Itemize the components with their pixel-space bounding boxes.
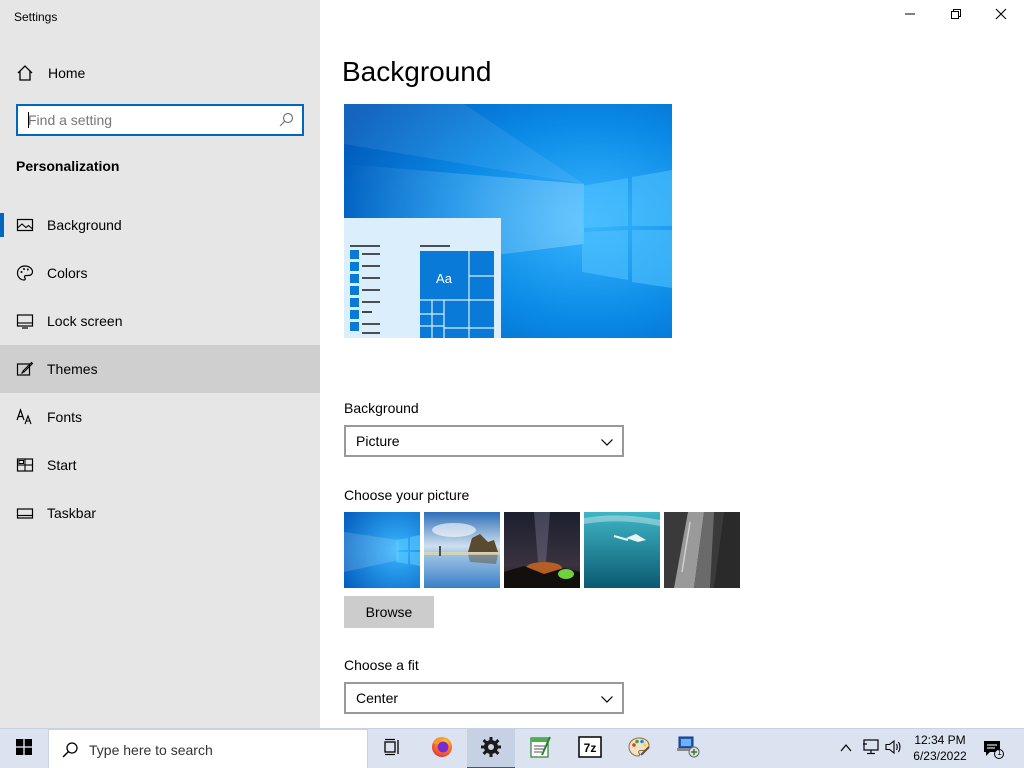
home-link[interactable]: Home: [0, 56, 320, 90]
sidebar-item-background[interactable]: Background: [0, 201, 320, 249]
7zip-taskbar-button[interactable]: 7z: [566, 729, 614, 768]
fit-dropdown[interactable]: Center: [344, 682, 624, 714]
taskbar-icon: [16, 504, 34, 522]
lock-screen-icon: [16, 312, 34, 330]
picture-thumbnail-windows[interactable]: [344, 512, 420, 588]
browse-button[interactable]: Browse: [344, 596, 434, 628]
choose-fit-label: Choose a fit: [344, 657, 419, 673]
start-button[interactable]: [0, 729, 48, 768]
picture-thumbnail-night-sky[interactable]: [504, 512, 580, 588]
minimize-icon: [904, 7, 916, 25]
chevron-down-icon: [600, 435, 614, 449]
clock-time: 12:34 PM: [914, 733, 966, 747]
fonts-icon: [16, 408, 34, 426]
picture-icon: [16, 216, 34, 234]
search-icon[interactable]: [278, 112, 294, 128]
firefox-taskbar-button[interactable]: [418, 729, 466, 768]
settings-gear-icon: [480, 736, 502, 763]
remote-desktop-icon: [675, 735, 701, 764]
sidebar-item-fonts[interactable]: Fonts: [0, 393, 320, 441]
taskbar-search-placeholder: Type here to search: [89, 742, 213, 758]
remote-desktop-taskbar-button[interactable]: [664, 729, 712, 768]
section-title: Personalization: [16, 158, 120, 174]
choose-picture-label: Choose your picture: [344, 487, 470, 503]
paint-icon: [627, 735, 651, 764]
taskbar-clock[interactable]: 12:34 PM 6/23/2022: [904, 732, 976, 764]
notification-count-badge: 1: [997, 748, 1002, 757]
picture-thumbnail-underwater[interactable]: [584, 512, 660, 588]
fit-value: Center: [356, 690, 399, 706]
restore-icon: [950, 7, 962, 25]
network-icon: [862, 738, 880, 760]
palette-icon: [16, 264, 34, 282]
background-type-dropdown[interactable]: Picture: [344, 425, 624, 457]
paint-taskbar-button[interactable]: [615, 729, 663, 768]
notification-icon: 1: [982, 739, 1004, 759]
home-label: Home: [48, 65, 86, 81]
sidebar-item-lock-screen[interactable]: Lock screen: [0, 297, 320, 345]
themes-brush-icon: [16, 360, 34, 378]
setting-search-box[interactable]: [16, 104, 304, 136]
home-icon: [16, 64, 34, 82]
sidebar-item-label: Background: [47, 217, 122, 233]
text-caret: [28, 112, 29, 128]
task-view-icon: [382, 738, 402, 761]
chevron-down-icon: [600, 692, 614, 706]
sidebar-item-themes[interactable]: Themes: [0, 345, 320, 393]
windows-logo-icon: [16, 738, 32, 760]
sidebar-item-label: Taskbar: [47, 505, 97, 521]
network-tray-button[interactable]: [860, 729, 882, 768]
setting-search-input[interactable]: [18, 106, 258, 134]
window-title: Settings: [14, 10, 58, 24]
restore-button[interactable]: [933, 0, 979, 32]
sidebar: Settings Home Personalization Background…: [0, 0, 320, 728]
background-type-value: Picture: [356, 433, 400, 449]
sidebar-item-label: Fonts: [47, 409, 83, 425]
background-label: Background: [344, 400, 419, 416]
speaker-icon: [885, 739, 903, 760]
close-icon: [995, 7, 1007, 25]
chevron-up-icon: [840, 740, 852, 758]
selection-indicator: [0, 213, 4, 237]
minimize-button[interactable]: [887, 0, 933, 32]
show-hidden-icons-button[interactable]: [836, 729, 856, 768]
notepad-taskbar-button[interactable]: [516, 729, 564, 768]
notepad-icon: [528, 735, 552, 764]
settings-taskbar-button[interactable]: [467, 729, 515, 768]
search-icon: [61, 741, 79, 759]
picture-thumbnail-beach-rocks[interactable]: [424, 512, 500, 588]
picture-thumbnail-rock-cliff[interactable]: [664, 512, 740, 588]
sidebar-item-label: Themes: [47, 361, 98, 377]
sidebar-item-taskbar[interactable]: Taskbar: [0, 489, 320, 537]
clock-date: 6/23/2022: [913, 749, 967, 763]
firefox-icon: [430, 735, 454, 764]
svg-text:7z: 7z: [584, 741, 597, 755]
desktop-preview: Aa: [344, 104, 672, 338]
sidebar-item-start[interactable]: Start: [0, 441, 320, 489]
sidebar-item-label: Lock screen: [47, 313, 123, 329]
sidebar-item-label: Start: [47, 457, 77, 473]
task-view-button[interactable]: [368, 729, 416, 768]
taskbar: Type here to search 7z 12:34 PM 6/23/202…: [0, 728, 1024, 768]
preview-sample-text: Aa: [436, 271, 453, 286]
sidebar-item-colors[interactable]: Colors: [0, 249, 320, 297]
action-center-button[interactable]: 1: [978, 729, 1008, 768]
start-tiles-icon: [16, 456, 34, 474]
close-button[interactable]: [978, 0, 1024, 32]
page-title: Background: [342, 56, 492, 87]
sidebar-item-label: Colors: [47, 265, 88, 281]
volume-tray-button[interactable]: [884, 729, 904, 768]
taskbar-search-box[interactable]: Type here to search: [48, 729, 368, 768]
7zip-icon: 7z: [578, 735, 602, 763]
